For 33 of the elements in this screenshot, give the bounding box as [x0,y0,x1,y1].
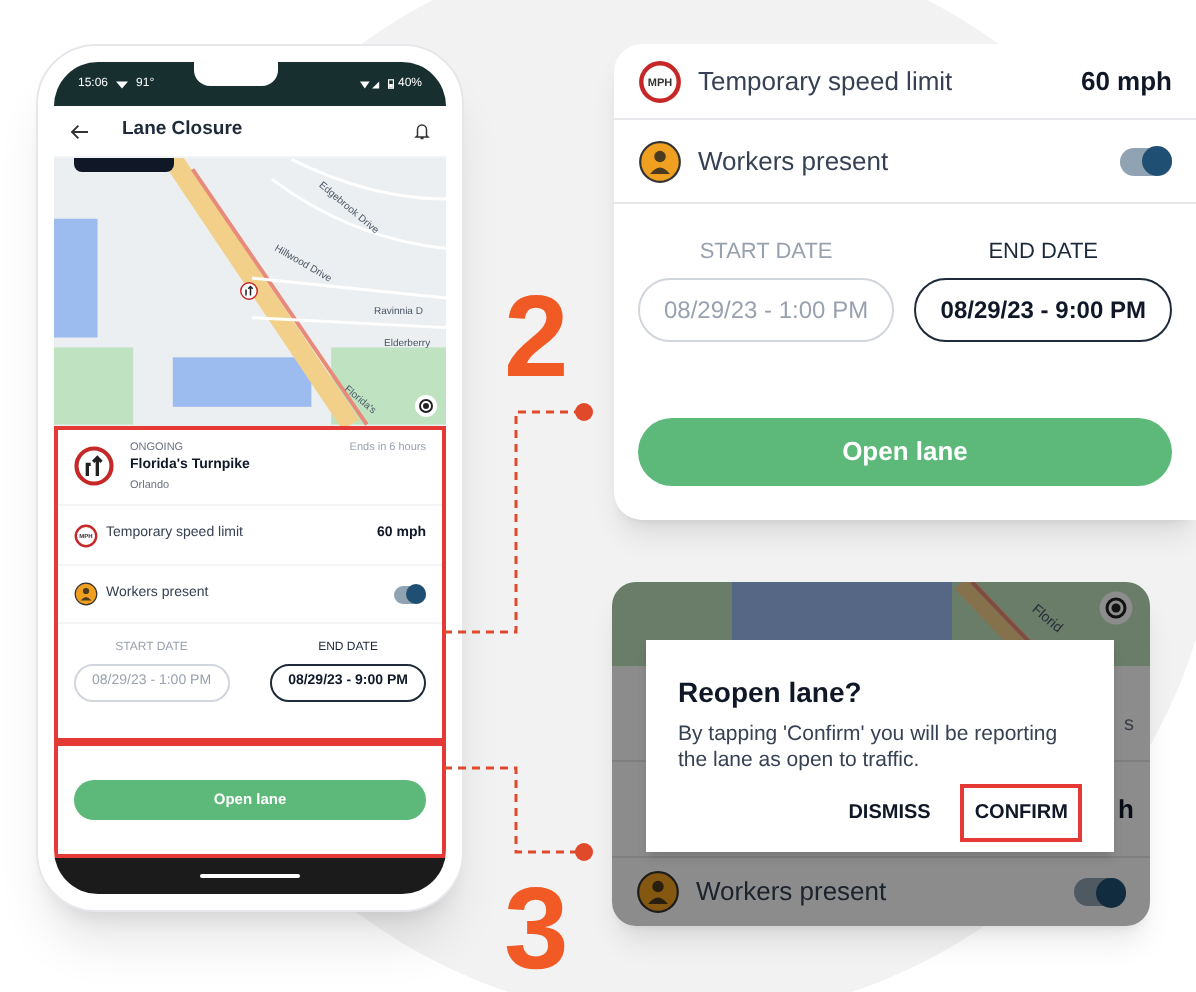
bell-icon [414,122,430,140]
screen-title: Lane Closure [122,116,245,145]
map-control [74,158,174,172]
signal-icon [359,79,384,89]
lane-closure-icon [74,446,114,486]
toggle-switch[interactable] [1120,147,1172,175]
date-picker[interactable]: 08/29/23 - 9:00 PM [914,277,1172,341]
text-fragment: h [1118,791,1134,828]
locate-icon [1098,590,1134,626]
speed-limit-label: Temporary speed limit [698,63,955,100]
dialog-button[interactable]: DISMISS [834,784,945,842]
workers-label: Workers present [696,874,889,911]
battery-icon [387,78,394,90]
date-label: END DATE [988,238,1099,268]
locate-icon [414,394,438,418]
toggle-switch[interactable] [1074,878,1126,906]
workers-label: Workers present [698,143,891,180]
closure-marker-icon [240,282,258,300]
worker-icon [74,582,98,606]
text-fragment: s [1124,712,1134,740]
dialog-title: Reopen lane? [678,674,864,712]
dialog-button[interactable]: CONFIRM [960,784,1082,842]
back-icon [70,123,90,139]
dialog-message: By tapping 'Confirm' you will be reporting the lane as open to traffic. [678,722,1060,774]
camera-notch [194,62,278,86]
date-label: START DATE [699,238,833,268]
worker-icon [636,870,680,914]
step-number: 2 [504,280,569,396]
worker-icon [638,139,682,183]
wifi-icon [116,79,129,89]
speed-limit-value: 60 mph [1080,63,1172,100]
toggle-switch[interactable] [394,585,426,603]
step-number: 3 [504,872,569,988]
